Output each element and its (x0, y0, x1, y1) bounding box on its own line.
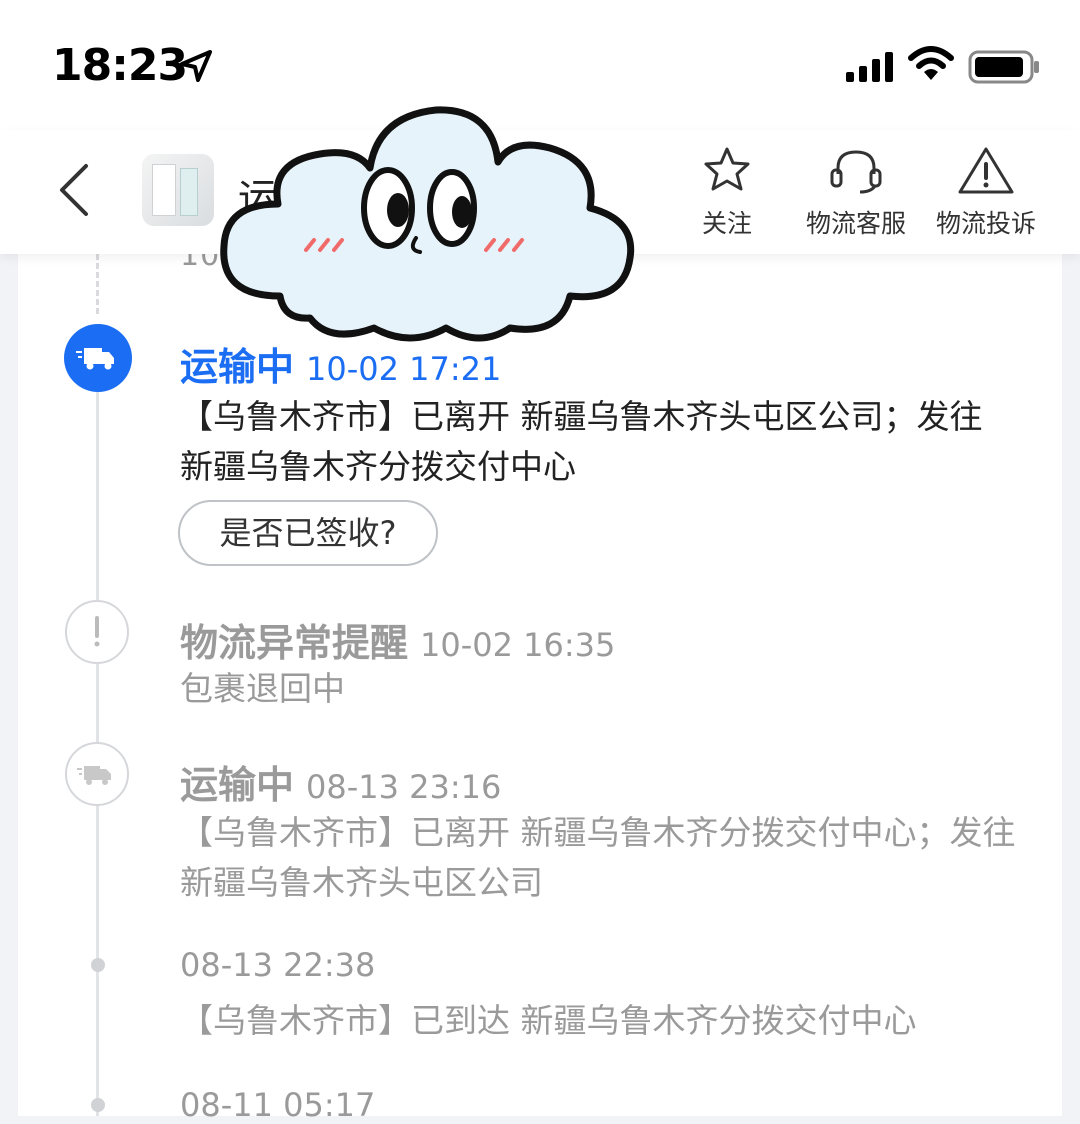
logistics-service-button[interactable]: 物流客服 (800, 144, 912, 240)
truck-icon (76, 348, 114, 370)
status-time: 18:23 (52, 40, 188, 91)
timeline-node (65, 742, 129, 806)
event-description: 【乌鲁木齐市】已离开 新疆乌鲁木齐头屯区公司；发往 新疆乌鲁木齐分拨交付中心 (180, 397, 983, 486)
event-time: 10-02 16:35 (420, 626, 616, 664)
back-chevron-icon[interactable] (48, 158, 108, 222)
event-time: 08-13 23:16 (306, 768, 502, 806)
exclamation-icon (94, 616, 100, 647)
event-description: 包裹退回中 (180, 669, 345, 708)
timeline-node-dot (91, 1098, 105, 1112)
truck-icon (77, 766, 111, 785)
cellular-signal-icon (846, 52, 893, 82)
event-time: 08-13 22:38 (180, 946, 376, 984)
logistics-complaint-label: 物流投诉 (935, 209, 1036, 238)
headset-icon (830, 150, 882, 194)
product-thumbnail[interactable] (142, 154, 214, 226)
timeline-node-dot (91, 958, 105, 972)
timeline-node-active (64, 324, 132, 392)
event-time: 08-11 05:17 (180, 1086, 376, 1124)
follow-button[interactable]: 关注 (692, 144, 762, 240)
event-status: 运输中 08-13 23:16 (180, 763, 502, 807)
wifi-icon (908, 46, 954, 80)
location-arrow-icon (180, 50, 212, 82)
event-description: 【乌鲁木齐市】已到达 新疆乌鲁木齐分拨交付中心 (180, 1001, 917, 1040)
timeline-node (65, 600, 129, 664)
star-icon (704, 147, 750, 191)
cloud-sticker-image (220, 106, 635, 342)
timeline-dash-line (96, 254, 99, 314)
event-status: 物流异常提醒 10-02 16:35 (180, 621, 616, 665)
battery-icon (968, 50, 1039, 84)
confirm-signed-button[interactable]: 是否已签收? (178, 500, 438, 566)
event-description: 【乌鲁木齐市】已离开 新疆乌鲁木齐分拨交付中心；发往 新疆乌鲁木齐头屯区公司 (180, 813, 1016, 902)
event-time: 10-02 17:21 (306, 350, 502, 388)
logistics-service-label: 物流客服 (805, 209, 906, 238)
follow-label: 关注 (701, 209, 752, 238)
logistics-complaint-button[interactable]: 物流投诉 (930, 144, 1042, 240)
warning-icon (958, 147, 1014, 194)
